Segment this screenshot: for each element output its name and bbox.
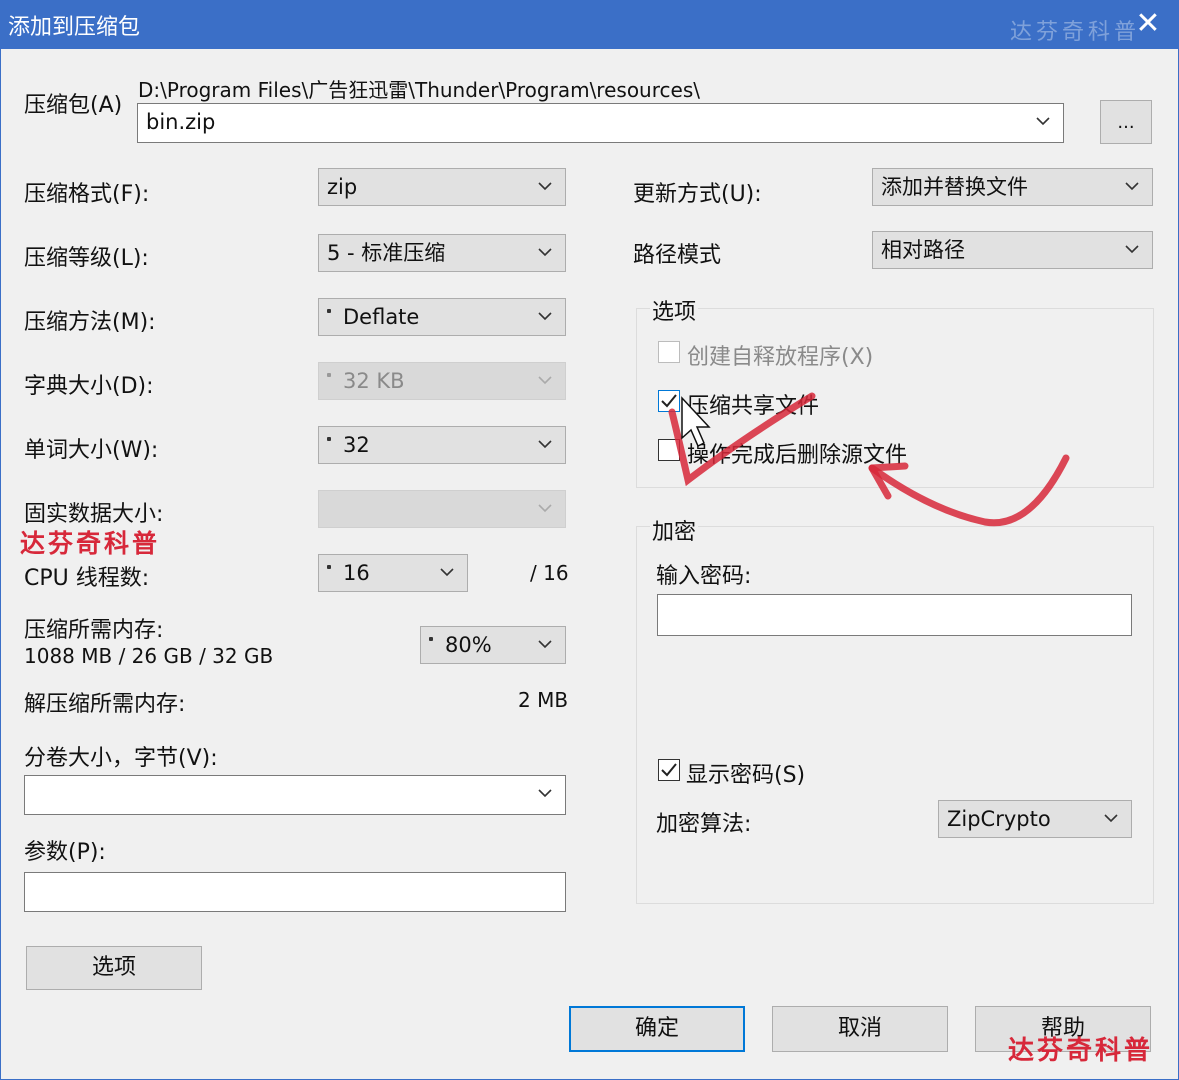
mem-label: 压缩所需内存: <box>24 618 164 643</box>
corner-watermark: 达芬奇科普 <box>1008 1036 1154 1066</box>
sfx-label: 创建自释放程序(X) <box>687 345 874 370</box>
word-value: 32 <box>343 433 370 457</box>
unmem-value: 2 MB <box>518 688 569 712</box>
chevron-down-icon <box>538 440 552 449</box>
archive-name-combo[interactable]: bin.zip <box>137 103 1064 143</box>
threads-label: CPU 线程数: <box>24 566 150 591</box>
watermark-text: 达芬奇科普 <box>20 529 161 558</box>
word-label: 单词大小(W): <box>24 438 159 463</box>
dot-icon <box>327 565 331 569</box>
archive-label: 压缩包(A) <box>24 93 123 118</box>
update-combo[interactable]: 添加并替换文件 <box>872 168 1153 206</box>
sfx-checkbox <box>658 341 680 363</box>
unmem-label: 解压缩所需内存: <box>24 692 186 717</box>
show-password-label: 显示密码(S) <box>686 763 806 788</box>
shared-files-label: 压缩共享文件 <box>687 394 820 419</box>
chevron-down-icon <box>538 312 552 321</box>
title-watermark: 达芬奇科普 <box>1010 20 1141 45</box>
solid-combo <box>318 490 566 528</box>
volume-combo[interactable] <box>24 775 566 815</box>
options-group-title: 选项 <box>650 294 699 326</box>
format-value: zip <box>327 175 358 199</box>
archive-name-value: bin.zip <box>146 110 216 134</box>
browse-button[interactable]: ... <box>1100 100 1152 144</box>
chevron-down-icon <box>538 376 552 385</box>
shared-files-checkbox[interactable] <box>658 390 680 412</box>
password-input[interactable] <box>657 594 1132 636</box>
params-label: 参数(P): <box>24 840 106 865</box>
close-icon[interactable]: ✕ <box>1128 6 1168 42</box>
dict-combo: 32 KB <box>318 362 566 400</box>
chevron-down-icon <box>440 568 454 577</box>
method-value: Deflate <box>343 305 420 329</box>
mem-percent-combo[interactable]: 80% <box>420 626 566 664</box>
chevron-down-icon <box>1125 182 1139 191</box>
params-input[interactable] <box>24 872 566 912</box>
algorithm-value: ZipCrypto <box>947 807 1051 831</box>
options-button[interactable]: 选项 <box>26 946 202 990</box>
dot-icon <box>429 637 433 641</box>
dot-icon <box>327 309 331 313</box>
dot-icon <box>327 437 331 441</box>
volume-label: 分卷大小，字节(V): <box>24 746 218 771</box>
path-mode-combo[interactable]: 相对路径 <box>872 231 1153 269</box>
title-bar: 添加到压缩包 达芬奇科普 ✕ <box>0 0 1179 48</box>
password-label: 输入密码: <box>656 564 752 589</box>
show-password-checkbox[interactable] <box>658 759 680 781</box>
path-mode-label: 路径模式 <box>633 243 722 268</box>
delete-source-checkbox[interactable] <box>658 439 680 461</box>
level-value: 5 - 标准压缩 <box>327 241 446 265</box>
chevron-down-icon <box>538 789 552 798</box>
encryption-group-title: 加密 <box>650 514 699 546</box>
level-combo[interactable]: 5 - 标准压缩 <box>318 234 566 272</box>
dict-label: 字典大小(D): <box>24 374 154 399</box>
check-icon <box>661 394 677 408</box>
chevron-down-icon <box>538 504 552 513</box>
window-title: 添加到压缩包 <box>8 15 141 40</box>
chevron-down-icon <box>538 640 552 649</box>
chevron-down-icon <box>538 248 552 257</box>
dot-icon <box>327 373 331 377</box>
check-icon <box>661 763 677 777</box>
format-label: 压缩格式(F): <box>24 182 150 207</box>
method-combo[interactable]: Deflate <box>318 298 566 336</box>
method-label: 压缩方法(M): <box>24 310 156 335</box>
archive-path: D:\Program Files\广告狂迅雷\Thunder\Program\r… <box>138 78 700 102</box>
chevron-down-icon <box>1036 117 1050 126</box>
update-label: 更新方式(U): <box>633 182 762 207</box>
update-value: 添加并替换文件 <box>881 175 1028 199</box>
cancel-button[interactable]: 取消 <box>772 1006 948 1052</box>
chevron-down-icon <box>1104 814 1118 823</box>
algorithm-label: 加密算法: <box>656 812 752 837</box>
algorithm-combo[interactable]: ZipCrypto <box>938 800 1132 838</box>
mem-value: 1088 MB / 26 GB / 32 GB <box>24 644 274 668</box>
level-label: 压缩等级(L): <box>24 246 149 271</box>
chevron-down-icon <box>1125 245 1139 254</box>
mem-percent-value: 80% <box>445 633 492 657</box>
threads-total: / 16 <box>530 561 569 585</box>
format-combo[interactable]: zip <box>318 168 566 206</box>
dict-value: 32 KB <box>343 369 405 393</box>
ok-button[interactable]: 确定 <box>569 1006 745 1052</box>
word-combo[interactable]: 32 <box>318 426 566 464</box>
threads-value: 16 <box>343 561 370 585</box>
chevron-down-icon <box>538 182 552 191</box>
threads-combo[interactable]: 16 <box>318 554 468 592</box>
path-mode-value: 相对路径 <box>881 238 965 262</box>
delete-source-label: 操作完成后删除源文件 <box>687 443 908 468</box>
